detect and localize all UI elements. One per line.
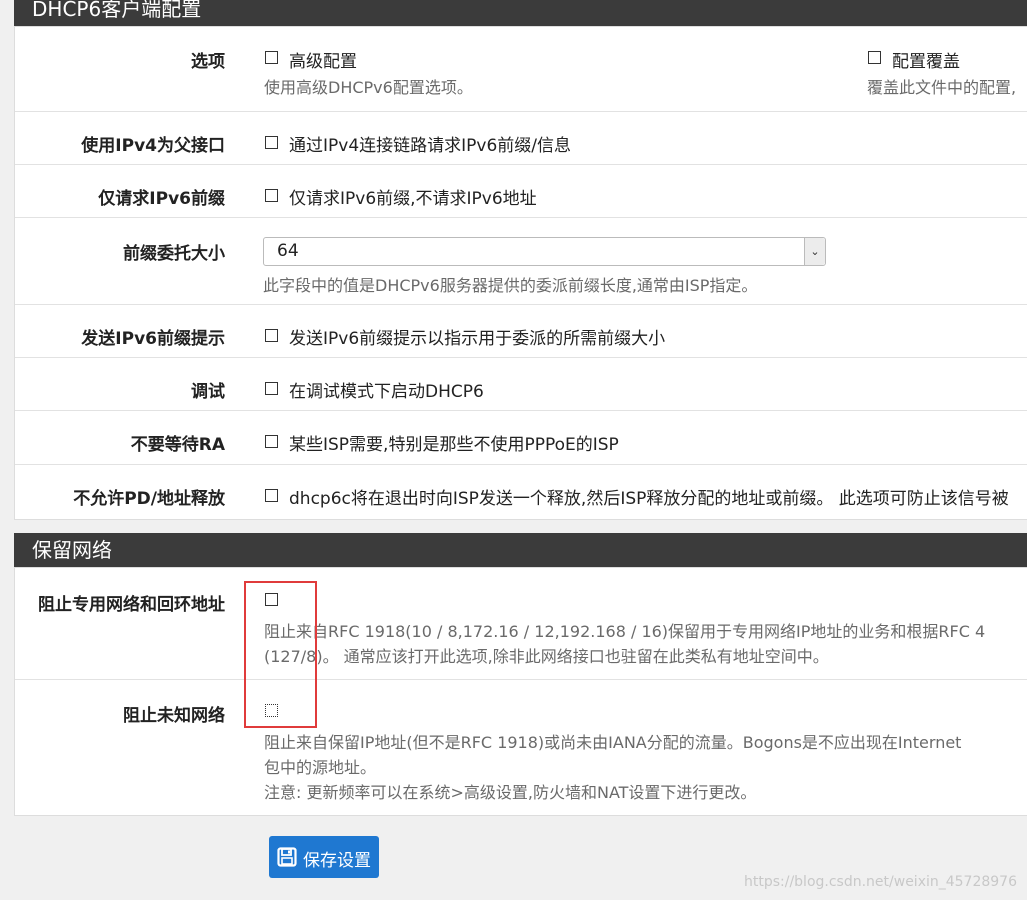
prefix-only-text: 仅请求IPv6前缀,不请求IPv6地址	[289, 189, 537, 209]
no-release-checkbox[interactable]	[265, 489, 278, 502]
row-prefix-hint: 发送IPv6前缀提示 发送IPv6前缀提示以指示用于委派的所需前缀大小	[15, 304, 1027, 358]
reserved-section-title: 保留网络	[32, 538, 112, 562]
prefix-size-help: 此字段中的值是DHCPv6服务器提供的委派前缀长度,通常由ISP指定。	[263, 276, 758, 295]
highlight-box	[244, 581, 317, 728]
reserved-section-heading: 保留网络	[14, 533, 1027, 567]
config-override-text: 配置覆盖	[892, 52, 960, 72]
prefix-only-label: 仅请求IPv6前缀	[98, 189, 225, 209]
block-bogons-help-line1: 阻止来自保留IP地址(但不是RFC 1918)或尚未由IANA分配的流量。Bog…	[264, 733, 962, 752]
options-label: 选项	[191, 52, 225, 72]
row-prefix-only: 仅请求IPv6前缀 仅请求IPv6前缀,不请求IPv6地址	[15, 164, 1027, 218]
save-button-label: 保存设置	[303, 851, 371, 871]
debug-label: 调试	[191, 382, 225, 402]
dhcp6-section-heading: DHCP6客户端配置	[14, 0, 1027, 26]
row-no-wait-ra: 不要等待RA 某些ISP需要,特别是那些不使用PPPoE的ISP	[15, 410, 1027, 465]
prefix-only-checkbox[interactable]	[265, 189, 278, 202]
advanced-config-checkbox[interactable]	[265, 51, 278, 64]
block-private-help-line2: (127/8)。 通常应该打开此选项,除非此网络接口也驻留在此类私有地址空间中。	[264, 647, 829, 666]
ipv4-parent-text: 通过IPv4连接链路请求IPv6前缀/信息	[289, 136, 572, 156]
ipv4-parent-label: 使用IPv4为父接口	[81, 136, 225, 156]
prefix-size-label: 前缀委托大小	[123, 244, 225, 264]
prefix-size-value: 64	[277, 241, 299, 261]
row-options: 选项 高级配置 使用高级DHCPv6配置选项。 配置覆盖 覆盖此文件中的配置,	[15, 27, 1027, 112]
block-private-label: 阻止专用网络和回环地址	[38, 595, 225, 615]
advanced-config-text: 高级配置	[289, 52, 357, 72]
block-bogons-help-line2: 包中的源地址。	[264, 758, 377, 777]
no-wait-ra-checkbox[interactable]	[265, 435, 278, 448]
ipv4-parent-checkbox[interactable]	[265, 136, 278, 149]
row-block-private: 阻止专用网络和回环地址 阻止来自RFC 1918(10 / 8,172.16 /…	[15, 568, 1027, 680]
prefix-size-select[interactable]: 64 ⌄	[263, 237, 826, 266]
config-override-checkbox[interactable]	[868, 51, 881, 64]
watermark: https://blog.csdn.net/weixin_45728976	[743, 874, 1017, 890]
config-override-help: 覆盖此文件中的配置,	[867, 78, 1017, 97]
prefix-hint-label: 发送IPv6前缀提示	[81, 329, 225, 349]
save-button[interactable]: 保存设置	[269, 836, 379, 878]
no-wait-ra-label: 不要等待RA	[130, 435, 225, 455]
row-block-bogons: 阻止未知网络 阻止来自保留IP地址(但不是RFC 1918)或尚未由IANA分配…	[15, 679, 1027, 815]
block-private-help-line1: 阻止来自RFC 1918(10 / 8,172.16 / 12,192.168 …	[264, 622, 986, 641]
block-bogons-help-line3: 注意: 更新频率可以在系统>高级设置,防火墙和NAT设置下进行更改。	[264, 783, 757, 802]
row-ipv4-parent: 使用IPv4为父接口 通过IPv4连接链路请求IPv6前缀/信息	[15, 111, 1027, 165]
block-bogons-label: 阻止未知网络	[123, 706, 225, 726]
row-no-release: 不允许PD/地址释放 dhcp6c将在退出时向ISP发送一个释放,然后ISP释放…	[15, 464, 1027, 519]
no-release-text: dhcp6c将在退出时向ISP发送一个释放,然后ISP释放分配的地址或前缀。 此…	[289, 489, 1009, 509]
advanced-config-help: 使用高级DHCPv6配置选项。	[264, 78, 473, 97]
no-release-label: 不允许PD/地址释放	[73, 489, 225, 509]
dhcp6-section-title: DHCP6客户端配置	[32, 0, 202, 21]
reserved-panel: 阻止专用网络和回环地址 阻止来自RFC 1918(10 / 8,172.16 /…	[14, 567, 1027, 816]
prefix-hint-checkbox[interactable]	[265, 329, 278, 342]
chevron-down-icon[interactable]: ⌄	[804, 238, 825, 265]
floppy-disk-icon	[277, 847, 297, 872]
row-prefix-size: 前缀委托大小 64 ⌄ 此字段中的值是DHCPv6服务器提供的委派前缀长度,通常…	[15, 217, 1027, 305]
debug-checkbox[interactable]	[265, 382, 278, 395]
no-wait-ra-text: 某些ISP需要,特别是那些不使用PPPoE的ISP	[289, 435, 619, 455]
dhcp6-panel: 选项 高级配置 使用高级DHCPv6配置选项。 配置覆盖 覆盖此文件中的配置, …	[14, 26, 1027, 520]
row-debug: 调试 在调试模式下启动DHCP6	[15, 357, 1027, 411]
prefix-hint-text: 发送IPv6前缀提示以指示用于委派的所需前缀大小	[289, 329, 666, 349]
debug-text: 在调试模式下启动DHCP6	[289, 382, 484, 402]
